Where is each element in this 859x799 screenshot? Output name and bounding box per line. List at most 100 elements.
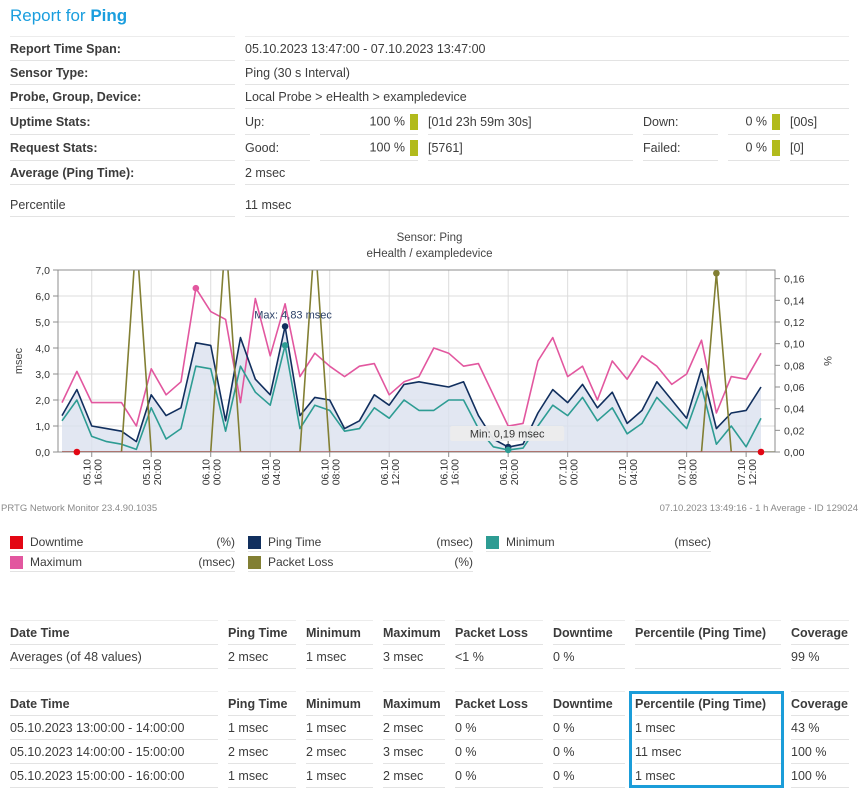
svg-text:Max: 4,83 msec: Max: 4,83 msec [254, 309, 332, 321]
table-cell: 100 % [791, 740, 849, 764]
page-title-prefix: Report for [10, 6, 90, 25]
legend-unit: (msec) [674, 535, 711, 549]
legend-label: Maximum [30, 555, 82, 569]
info-label: Average (Ping Time): [10, 161, 235, 185]
table-cell: 2 msec [228, 645, 296, 669]
legend-swatch [248, 536, 261, 549]
column-header: Coverage [791, 620, 849, 645]
header-row: Date TimePing TimeMinimumMaximumPacket L… [10, 620, 849, 645]
column-header: Maximum [383, 620, 445, 645]
header-row: Date TimePing TimeMinimumMaximumPacket L… [10, 691, 849, 716]
column-header: Ping Time [228, 620, 296, 645]
legend-unit: (msec) [198, 555, 235, 569]
request-good-percent: 100 % [320, 135, 418, 161]
table-cell: 05.10.2023 13:00:00 - 14:00:00 [10, 716, 218, 740]
column-header: Percentile (Ping Time) [635, 691, 781, 716]
uptime-up-duration: [01d 23h 59m 30s] [428, 109, 633, 135]
svg-text:0,0: 0,0 [35, 447, 50, 459]
info-value: Local Probe > eHealth > exampledevice [245, 85, 849, 109]
chart-footer: PRTG Network Monitor 23.4.90.1035 07.10.… [0, 503, 859, 514]
table-cell: 0 % [553, 764, 625, 788]
table-row: 05.10.2023 15:00:00 - 16:00:001 msec1 ms… [10, 764, 849, 788]
table-cell: 2 msec [306, 740, 373, 764]
table-cell: 0 % [553, 716, 625, 740]
table-cell: 1 msec [228, 716, 296, 740]
svg-text:5,0: 5,0 [35, 317, 50, 329]
percent-bar [410, 114, 418, 130]
svg-text:3,0: 3,0 [35, 369, 50, 381]
column-header: Packet Loss [455, 620, 543, 645]
percent-value: 100 % [370, 114, 405, 128]
svg-text:00:00: 00:00 [212, 459, 224, 485]
table-row: Averages (of 48 values)2 msec1 msec3 mse… [10, 645, 849, 669]
request-good-count: [5761] [428, 135, 633, 161]
table-cell: 2 msec [383, 716, 445, 740]
info-label: Sensor Type: [10, 61, 235, 85]
svg-text:0,08: 0,08 [784, 360, 805, 372]
info-row-average: Average (Ping Time): 2 msec [10, 161, 849, 185]
ping-chart: 0,01,02,03,04,05,06,07,0msec0,000,020,04… [0, 262, 849, 502]
info-label: Request Stats: [10, 135, 235, 161]
legend-item-minimum: Minimum (msec) [486, 532, 711, 552]
table-cell: 0 % [455, 764, 543, 788]
legend-swatch [10, 556, 23, 569]
column-header: Downtime [553, 620, 625, 645]
table-cell: 2 msec [228, 740, 296, 764]
svg-text:0,16: 0,16 [784, 274, 805, 286]
info-row-percentile: Percentile 11 msec [10, 193, 849, 217]
percentile-table: Percentile 11 msec [0, 193, 859, 217]
svg-text:08:00: 08:00 [688, 459, 700, 485]
percent-value: 100 % [370, 140, 405, 154]
svg-text:0,06: 0,06 [784, 382, 805, 394]
legend-item-maximum: Maximum (msec) [10, 552, 235, 572]
percent-value: 0 % [745, 140, 767, 154]
column-header: Ping Time [228, 691, 296, 716]
legend-unit: (msec) [436, 535, 473, 549]
table-cell: 05.10.2023 15:00:00 - 16:00:00 [10, 764, 218, 788]
table-cell: 3 msec [383, 645, 445, 669]
table-cell: 1 msec [228, 764, 296, 788]
table-cell: 1 msec [306, 716, 373, 740]
legend-swatch [486, 536, 499, 549]
uptime-up-percent: 100 % [320, 109, 418, 135]
table-cell: <1 % [455, 645, 543, 669]
report-info-table: Report Time Span: 05.10.2023 13:47:00 - … [0, 36, 859, 185]
info-label: Report Time Span: [10, 36, 235, 61]
column-header: Minimum [306, 691, 373, 716]
table-cell: 2 msec [383, 764, 445, 788]
column-header: Downtime [553, 691, 625, 716]
info-row-uptime: Uptime Stats: Up: 100 % [01d 23h 59m 30s… [10, 109, 849, 135]
column-header: Minimum [306, 620, 373, 645]
info-value: 2 msec [245, 161, 849, 185]
column-header: Coverage [791, 691, 849, 716]
detail-table: Date TimePing TimeMinimumMaximumPacket L… [0, 691, 859, 788]
legend-label: Downtime [30, 535, 83, 549]
info-row-requests: Request Stats: Good: 100 % [5761] Failed… [10, 135, 849, 161]
table-cell: 0 % [455, 716, 543, 740]
info-row-sensortype: Sensor Type: Ping (30 s Interval) [10, 61, 849, 85]
svg-text:12:00: 12:00 [747, 459, 759, 485]
table-cell [635, 645, 781, 669]
uptime-down-label: Down: [643, 109, 718, 135]
page-title-object: Ping [90, 6, 127, 25]
info-row-device: Probe, Group, Device: Local Probe > eHea… [10, 85, 849, 109]
svg-text:00:00: 00:00 [569, 459, 581, 485]
legend-label: Minimum [506, 535, 555, 549]
detail-table-section: Date TimePing TimeMinimumMaximumPacket L… [0, 691, 859, 788]
svg-text:7,0: 7,0 [35, 265, 50, 277]
column-header: Packet Loss [455, 691, 543, 716]
request-failed-count: [0] [790, 135, 849, 161]
svg-text:0,12: 0,12 [784, 317, 805, 329]
percent-bar [772, 114, 780, 130]
chart-legend: Downtime(%)Ping Time(msec)Minimum(msec)M… [10, 532, 859, 572]
legend-unit: (%) [216, 535, 235, 549]
table-cell: 11 msec [635, 740, 781, 764]
table-cell: 0 % [553, 740, 625, 764]
legend-item-packet-loss: Packet Loss(%) [248, 552, 473, 572]
percent-bar [772, 140, 780, 156]
column-header: Date Time [10, 691, 218, 716]
table-cell: 0 % [553, 645, 625, 669]
svg-text:08:00: 08:00 [331, 459, 343, 485]
legend-item-downtime: Downtime (%) [10, 532, 235, 552]
column-header: Percentile (Ping Time) [635, 620, 781, 645]
